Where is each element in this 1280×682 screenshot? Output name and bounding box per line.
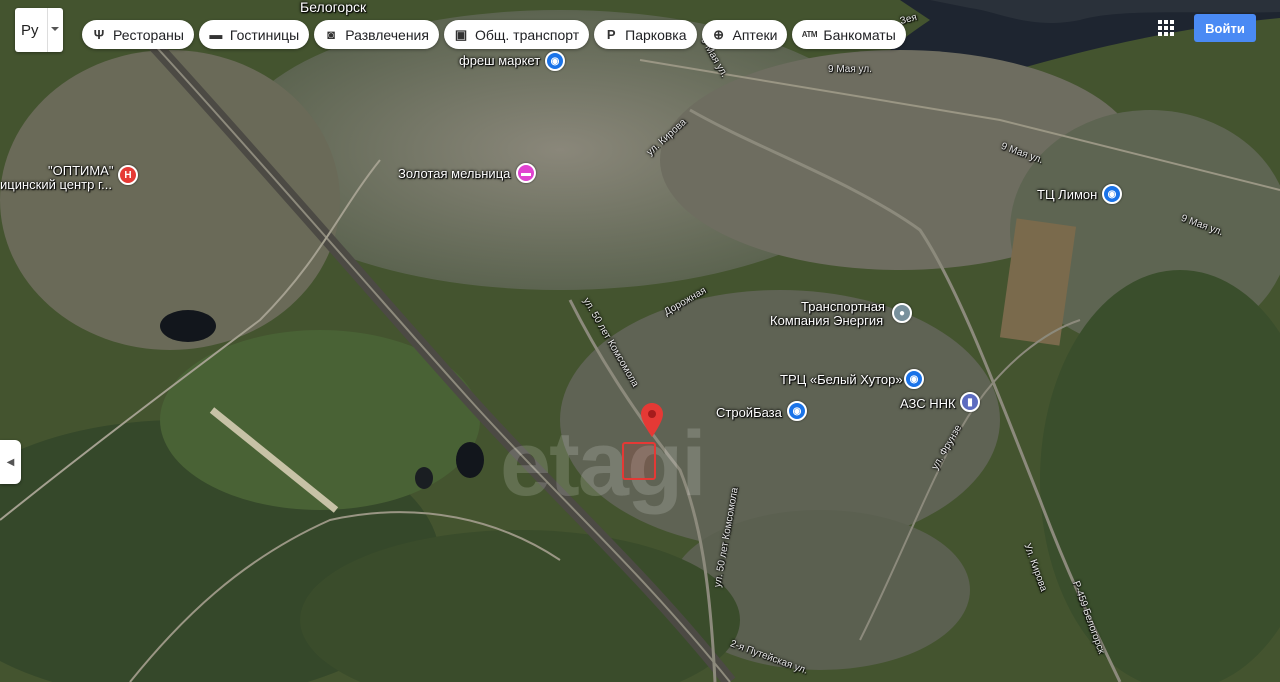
- chip-entertainment[interactable]: ◙ Развлечения: [314, 20, 439, 49]
- fuel-station-icon[interactable]: ▮: [960, 392, 980, 412]
- etagi-watermark: etagi: [500, 413, 707, 515]
- location-marker-icon[interactable]: [641, 403, 663, 437]
- place-label-zolotaya-melnitsa[interactable]: Золотая мельница: [398, 166, 510, 181]
- chip-atms[interactable]: ATM Банкоматы: [792, 20, 906, 49]
- pond-1: [160, 310, 216, 342]
- city-label: Белогорск: [300, 0, 367, 15]
- pharmacy-icon: ⊕: [713, 26, 724, 42]
- hotel-bed-icon[interactable]: ▬: [516, 163, 536, 183]
- place-label-azs-nnk[interactable]: АЗС ННК: [900, 396, 956, 411]
- shopping-bag-icon[interactable]: ◉: [1102, 184, 1122, 204]
- shopping-bag-icon[interactable]: ◉: [904, 369, 924, 389]
- bus-icon: ▣: [454, 26, 468, 42]
- place-label-belyi-khutor[interactable]: ТРЦ «Белый Хутор»: [780, 372, 903, 387]
- place-pin-icon[interactable]: ●: [892, 303, 912, 323]
- shopping-bag-icon[interactable]: ◉: [787, 401, 807, 421]
- place-label-stroibaza[interactable]: СтройБаза: [716, 405, 782, 420]
- pond-2: [456, 442, 484, 478]
- restaurant-icon: Ψ: [93, 27, 105, 42]
- chip-label: Банкоматы: [823, 26, 896, 43]
- chevron-down-icon[interactable]: [47, 8, 61, 52]
- place-label-optima[interactable]: "ОПТИМА": [48, 163, 113, 178]
- chip-label: Общ. транспорт: [474, 26, 580, 43]
- apps-grid-icon[interactable]: [1156, 18, 1176, 38]
- language-value: Ру: [21, 21, 39, 39]
- chip-label: Гостиницы: [229, 26, 300, 43]
- sign-in-button[interactable]: Войти: [1194, 14, 1256, 42]
- collapse-panel-button[interactable]: ◀: [0, 440, 21, 484]
- place-label-kompaniya-energiya[interactable]: Компания Энергия: [770, 313, 883, 328]
- street-label: 9 Мая ул.: [828, 64, 872, 75]
- place-label-tc-limon[interactable]: ТЦ Лимон: [1037, 187, 1097, 202]
- place-label-medical-center[interactable]: ицинский центр г...: [0, 177, 112, 192]
- camera-icon: ◙: [327, 27, 336, 42]
- chip-hotels[interactable]: ▬ Гостиницы: [198, 20, 310, 49]
- chip-pharmacies[interactable]: ⊕ Аптеки: [701, 20, 788, 49]
- place-label-transportnaya[interactable]: Транспортная: [801, 299, 885, 314]
- chip-restaurants[interactable]: Ψ Рестораны: [82, 20, 194, 49]
- satellite-map[interactable]: [0, 0, 1280, 682]
- chip-label: Развлечения: [345, 26, 429, 43]
- chip-label: Рестораны: [113, 26, 184, 43]
- category-chips: Ψ Рестораны ▬ Гостиницы ◙ Развлечения ▣ …: [82, 20, 906, 49]
- hospital-icon[interactable]: H: [118, 165, 138, 185]
- parking-icon: P: [606, 27, 616, 42]
- selected-parcel-outline[interactable]: [622, 442, 656, 480]
- chip-parking[interactable]: P Парковка: [594, 20, 697, 49]
- chip-transit[interactable]: ▣ Общ. транспорт: [443, 20, 590, 49]
- shopping-bag-icon[interactable]: ◉: [545, 51, 565, 71]
- pond-3: [415, 467, 433, 489]
- chip-label: Парковка: [625, 26, 687, 43]
- chip-label: Аптеки: [732, 26, 778, 43]
- atm-icon: ATM: [801, 30, 818, 39]
- hotel-icon: ▬: [209, 27, 223, 42]
- chevron-left-icon: ◀: [6, 456, 15, 468]
- place-label-fresh-market[interactable]: фреш маркет: [459, 53, 540, 68]
- language-select[interactable]: Ру: [15, 8, 63, 52]
